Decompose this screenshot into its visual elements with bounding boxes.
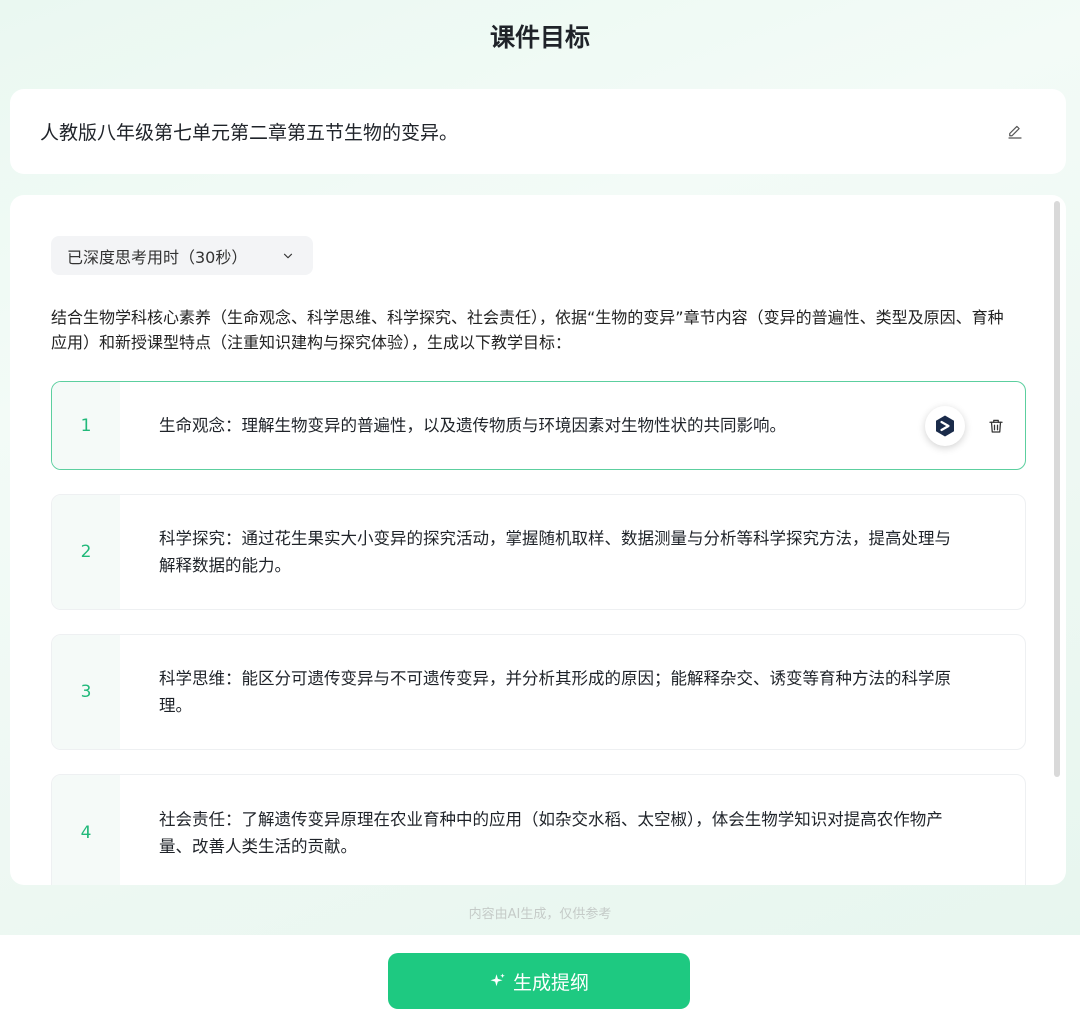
topic-text: 人教版八年级第七单元第二章第五节生物的变异。 — [40, 122, 459, 144]
sparkle-icon — [490, 973, 505, 987]
generate-outline-button[interactable]: 生成提纲 — [388, 953, 690, 1009]
trash-icon[interactable] — [987, 417, 1005, 435]
page-title: 课件目标 — [489, 23, 590, 52]
goal-item-3[interactable]: 3 科学思维：能区分可遗传变异与不可遗传变异，并分析其形成的原因；能解释杂交、诱… — [51, 634, 1026, 750]
goal-text: 科学思维：能区分可遗传变异与不可遗传变异，并分析其形成的原因；能解释杂交、诱变等… — [159, 669, 951, 715]
goal-text: 科学探究：通过花生果实大小变异的探究活动，掌握随机取样、数据测量与分析等科学探究… — [159, 529, 951, 575]
scrollbar[interactable] — [1054, 201, 1060, 777]
deepseek-logo-icon — [936, 415, 954, 436]
generate-outline-label: 生成提纲 — [512, 971, 589, 994]
goal-number: 3 — [52, 635, 120, 749]
goal-item-1[interactable]: 1 生命观念：理解生物变异的普遍性，以及遗传物质与环境因素对生物性状的共同影响。 — [51, 381, 1026, 470]
goal-item-4[interactable]: 4 社会责任：了解遗传变异原理在农业育种中的应用（如杂交水稻、太空椒），体会生物… — [51, 774, 1026, 885]
goal-text: 社会责任：了解遗传变异原理在农业育种中的应用（如杂交水稻、太空椒），体会生物学知… — [159, 810, 943, 856]
bottom-bar: 生成提纲 — [0, 935, 1080, 1011]
goal-number: 1 — [52, 382, 120, 469]
goal-item-2[interactable]: 2 科学探究：通过花生果实大小变异的探究活动，掌握随机取样、数据测量与分析等科学… — [51, 494, 1026, 610]
thinking-toggle[interactable]: 已深度思考用时（30秒） — [51, 236, 313, 275]
goal-number: 4 — [52, 775, 120, 885]
goals-panel: 已深度思考用时（30秒） 结合生物学科核心素养（生命观念、科学思维、科学探究、社… — [10, 195, 1066, 885]
pencil-icon[interactable] — [1006, 123, 1024, 141]
thinking-label: 已深度思考用时（30秒） — [67, 247, 248, 267]
ai-disclaimer: 内容由AI生成，仅供参考 — [468, 907, 612, 922]
topic-card: 人教版八年级第七单元第二章第五节生物的变异。 — [10, 89, 1066, 174]
goal-actions — [925, 382, 1025, 469]
chevron-down-icon — [283, 253, 293, 258]
ai-assist-button[interactable] — [925, 405, 965, 446]
scrollbar-thumb[interactable] — [1054, 201, 1060, 777]
intro-text: 结合生物学科核心素养（生命观念、科学思维、科学探究、社会责任），依据“生物的变异… — [51, 308, 1004, 352]
goal-text: 生命观念：理解生物变异的普遍性，以及遗传物质与环境因素对生物性状的共同影响。 — [159, 416, 786, 435]
goal-number: 2 — [52, 495, 120, 609]
